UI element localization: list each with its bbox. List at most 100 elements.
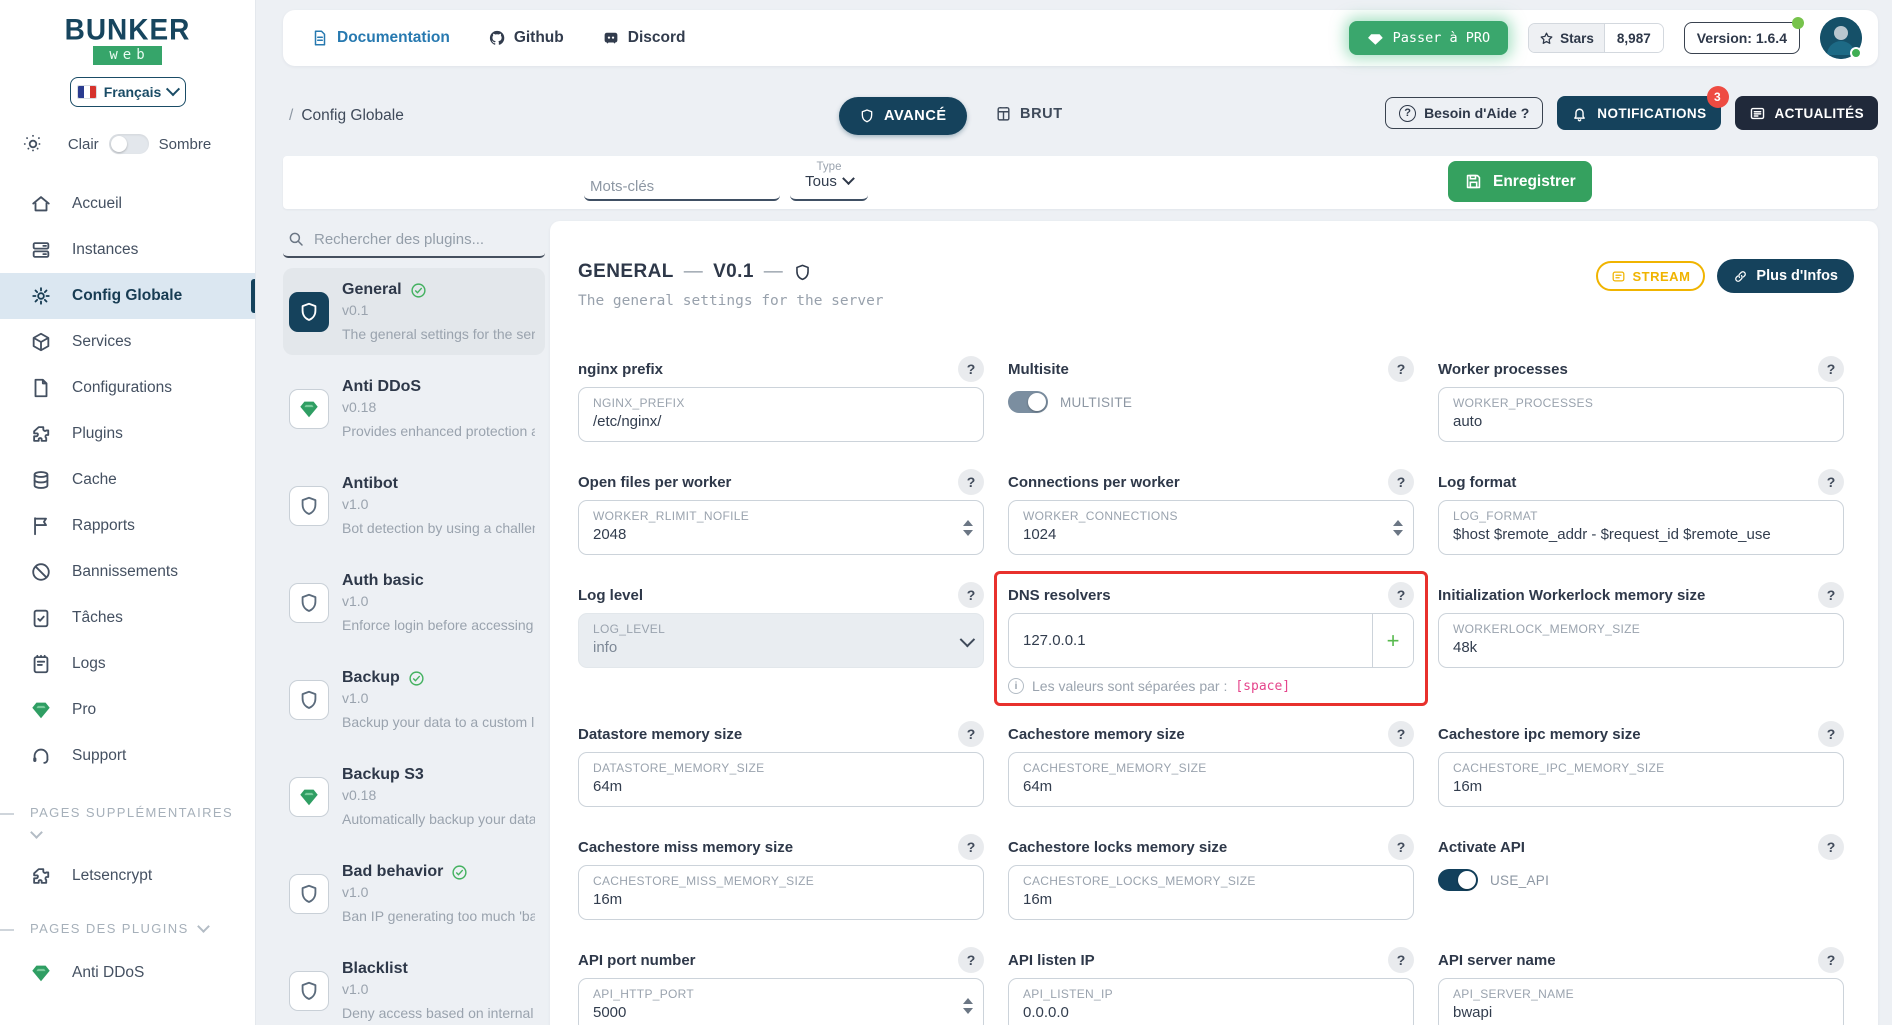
worker-rlimit-nofile-input[interactable]: WORKER_RLIMIT_NOFILE2048 [578, 500, 984, 555]
theme-switcher: Clair Sombre [0, 133, 255, 155]
github-stars-badge[interactable]: Stars 8,987 [1528, 23, 1664, 53]
sidebar-item-taches[interactable]: Tâches [0, 595, 255, 641]
need-help-label: Besoin d'Aide ? [1424, 105, 1529, 121]
cachestore-miss-memory-size-input[interactable]: CACHESTORE_MISS_MEMORY_SIZE16m [578, 865, 984, 920]
sidebar-nav: Accueil Instances Config Globale Service… [0, 181, 255, 779]
multisite-toggle[interactable] [1008, 391, 1048, 413]
help-icon[interactable]: ? [1818, 947, 1844, 973]
plugin-item-antibot[interactable]: Antibot v1.0 Bot detection by using a ch… [283, 462, 545, 549]
help-icon[interactable]: ? [1818, 582, 1844, 608]
sidebar-item-bannissements[interactable]: Bannissements [0, 549, 255, 595]
help-icon[interactable]: ? [958, 469, 984, 495]
plugin-item-bad-behavior[interactable]: Bad behavior v1.0 Ban IP generating too … [283, 850, 545, 937]
chevron-down-icon[interactable] [197, 921, 210, 933]
worker-processes-input[interactable]: WORKER_PROCESSESauto [1438, 387, 1844, 442]
type-select[interactable]: Type Tous [790, 158, 868, 201]
tab-advanced[interactable]: AVANCÉ [839, 97, 967, 135]
sidebar-item-services[interactable]: Services [0, 319, 255, 365]
breadcrumb: / Config Globale [289, 107, 404, 125]
nginx-prefix-input[interactable]: NGINX_PREFIX/etc/nginx/ [578, 387, 984, 442]
documentation-link[interactable]: Documentation [311, 29, 450, 47]
help-icon[interactable]: ? [1818, 721, 1844, 747]
cachestore-ipc-memory-size-input[interactable]: CACHESTORE_IPC_MEMORY_SIZE16m [1438, 752, 1844, 807]
add-value-button[interactable]: + [1373, 614, 1413, 667]
plugin-description: Bot detection by using a challen... [342, 520, 535, 536]
language-selector[interactable]: Français [70, 77, 186, 107]
chevron-down-icon[interactable] [30, 826, 43, 839]
app-logo[interactable]: BUNKER web [0, 0, 255, 65]
use-api-toggle[interactable] [1438, 869, 1478, 891]
sidebar-item-config-globale[interactable]: Config Globale [0, 273, 255, 319]
star-icon [1539, 31, 1554, 46]
sidebar-item-label: Instances [72, 241, 138, 259]
sidebar-item-anti-ddos[interactable]: Anti DDoS [0, 950, 255, 996]
more-info-button[interactable]: Plus d'Infos [1717, 259, 1854, 293]
help-icon[interactable]: ? [958, 834, 984, 860]
save-label: Enregistrer [1493, 173, 1576, 191]
worker-connections-input[interactable]: WORKER_CONNECTIONS1024 [1008, 500, 1414, 555]
help-icon[interactable]: ? [1388, 834, 1414, 860]
cachestore-memory-size-input[interactable]: CACHESTORE_MEMORY_SIZE64m [1008, 752, 1414, 807]
help-icon[interactable]: ? [958, 947, 984, 973]
log-format-input[interactable]: LOG_FORMAT$host $remote_addr - $request_… [1438, 500, 1844, 555]
plugin-item-general[interactable]: General v0.1 The general settings for th… [283, 268, 545, 355]
cachestore-locks-memory-size-input[interactable]: CACHESTORE_LOCKS_MEMORY_SIZE16m [1008, 865, 1414, 920]
plugin-item-anti-ddos[interactable]: Anti DDoS v0.18 Provides enhanced protec… [283, 365, 545, 452]
discord-link[interactable]: Discord [602, 29, 686, 47]
help-icon[interactable]: ? [1388, 356, 1414, 382]
sidebar-item-rapports[interactable]: Rapports [0, 503, 255, 549]
plugin-item-backup-s3[interactable]: Backup S3 v0.18 Automatically backup you… [283, 753, 545, 840]
number-stepper[interactable] [963, 998, 973, 1014]
field-activate-api: Activate API? USE_API [1438, 835, 1844, 920]
help-icon[interactable]: ? [1818, 469, 1844, 495]
user-avatar[interactable] [1820, 17, 1862, 59]
plugin-search-input[interactable] [314, 231, 524, 248]
sidebar-item-accueil[interactable]: Accueil [0, 181, 255, 227]
upgrade-pro-button[interactable]: Passer à PRO [1349, 21, 1509, 55]
news-button[interactable]: ACTUALITÉS [1735, 96, 1879, 130]
plugin-item-backup[interactable]: Backup v1.0 Backup your data to a custom… [283, 656, 545, 743]
theme-toggle[interactable] [109, 134, 149, 154]
notifications-button[interactable]: NOTIFICATIONS3 [1557, 96, 1720, 130]
help-icon[interactable]: ? [1388, 721, 1414, 747]
help-icon[interactable]: ? [958, 356, 984, 382]
tab-raw[interactable]: BRUT [995, 105, 1063, 122]
sidebar-item-configurations[interactable]: Configurations [0, 365, 255, 411]
api-listen-ip-input[interactable]: API_LISTEN_IP0.0.0.0 [1008, 978, 1414, 1025]
plugin-item-blacklist[interactable]: Blacklist v1.0 Deny access based on inte… [283, 947, 545, 1025]
sidebar-item-plugins[interactable]: Plugins [0, 411, 255, 457]
api-http-port-input[interactable]: API_HTTP_PORT5000 [578, 978, 984, 1025]
plugin-name: General [342, 281, 402, 299]
workerlock-memory-size-input[interactable]: WORKERLOCK_MEMORY_SIZE48k [1438, 613, 1844, 668]
help-icon[interactable]: ? [958, 582, 984, 608]
help-icon[interactable]: ? [1388, 469, 1414, 495]
online-status-dot [1850, 47, 1862, 59]
gem-icon [30, 962, 52, 984]
help-icon[interactable]: ? [958, 721, 984, 747]
sidebar-item-logs[interactable]: Logs [0, 641, 255, 687]
log-level-select[interactable]: LOG_LEVELinfo [578, 613, 984, 668]
plugin-description: Automatically backup your data... [342, 811, 535, 827]
number-stepper[interactable] [963, 520, 973, 536]
field-cachestore-ipc-memory-size: Cachestore ipc memory size? CACHESTORE_I… [1438, 722, 1844, 807]
sidebar-item-letsencrypt[interactable]: Letsencrypt [0, 853, 255, 899]
dns-resolvers-input[interactable]: 127.0.0.1 [1009, 614, 1373, 667]
sidebar-item-pro[interactable]: Pro [0, 687, 255, 733]
breadcrumb-current[interactable]: Config Globale [301, 107, 404, 125]
datastore-memory-size-input[interactable]: DATASTORE_MEMORY_SIZE64m [578, 752, 984, 807]
save-button[interactable]: Enregistrer [1448, 161, 1592, 202]
sidebar-item-instances[interactable]: Instances [0, 227, 255, 273]
help-icon[interactable]: ? [1818, 356, 1844, 382]
github-link[interactable]: Github [488, 29, 564, 47]
keywords-input[interactable] [584, 165, 780, 201]
number-stepper[interactable] [1393, 520, 1403, 536]
help-icon[interactable]: ? [1388, 947, 1414, 973]
help-icon[interactable]: ? [1818, 834, 1844, 860]
field-label: Worker processes [1438, 361, 1568, 378]
sidebar-item-support[interactable]: Support [0, 733, 255, 779]
api-server-name-input[interactable]: API_SERVER_NAMEbwapi [1438, 978, 1844, 1025]
sidebar-item-cache[interactable]: Cache [0, 457, 255, 503]
help-icon[interactable]: ? [1388, 582, 1414, 608]
plugin-item-auth-basic[interactable]: Auth basic v1.0 Enforce login before acc… [283, 559, 545, 646]
need-help-button[interactable]: ?Besoin d'Aide ? [1385, 97, 1543, 129]
